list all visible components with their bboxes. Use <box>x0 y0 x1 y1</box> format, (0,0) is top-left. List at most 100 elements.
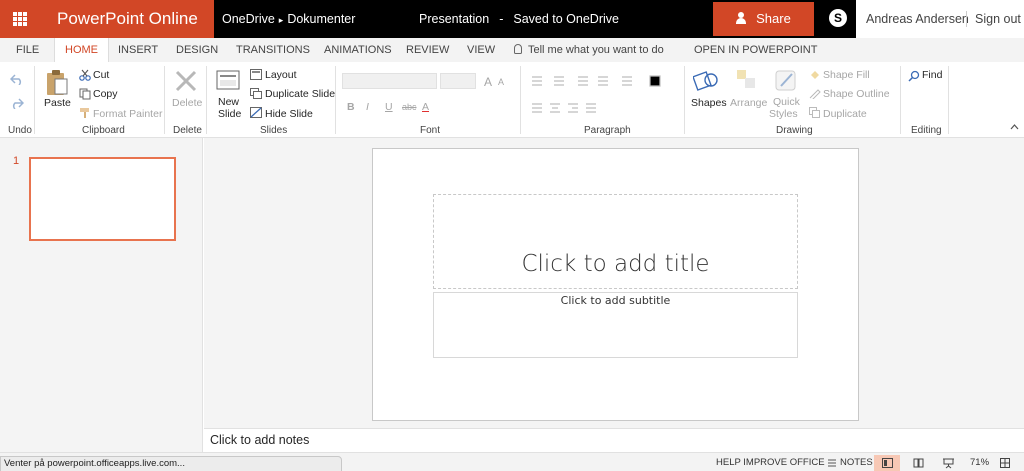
format-painter-button[interactable]: Format Painter <box>93 108 162 120</box>
document-name[interactable]: Presentation <box>419 12 489 26</box>
format-painter-icon[interactable] <box>79 107 91 119</box>
new-slide-icon[interactable] <box>216 68 240 92</box>
font-size-dropdown[interactable] <box>440 73 476 89</box>
quick-styles-label-line2[interactable]: Styles <box>769 108 798 120</box>
group-divider <box>34 66 35 134</box>
group-divider <box>164 66 165 134</box>
duplicate-slide-button[interactable]: Duplicate Slide <box>265 88 335 100</box>
breadcrumb-separator-icon: ▸ <box>278 15 284 25</box>
app-launcher-button[interactable] <box>0 0 40 38</box>
group-divider <box>335 66 336 134</box>
sign-out-link[interactable]: Sign out <box>975 0 1021 38</box>
new-slide-label-line1[interactable]: New <box>218 96 239 108</box>
normal-view-button[interactable] <box>874 455 900 471</box>
paste-icon[interactable] <box>46 69 68 97</box>
delete-x-icon[interactable] <box>174 69 198 93</box>
shapes-icon[interactable] <box>693 68 719 94</box>
duplicate-shape-icon[interactable] <box>809 107 821 118</box>
duplicate-shape-button[interactable]: Duplicate <box>823 108 867 120</box>
layout-icon[interactable] <box>250 69 262 80</box>
tab-view[interactable]: VIEW <box>467 38 495 62</box>
notes-placeholder: Click to add notes <box>210 433 310 447</box>
font-family-dropdown[interactable] <box>342 73 437 89</box>
shape-fill-button[interactable]: Shape Fill <box>823 69 870 81</box>
waffle-icon <box>13 12 27 26</box>
slide-thumbnail-pane: 1 <box>0 138 203 456</box>
group-label-font: Font <box>420 125 441 136</box>
fit-to-window-icon[interactable] <box>1000 458 1010 468</box>
arrange-button[interactable]: Arrange <box>730 97 767 109</box>
group-label-clipboard: Clipboard <box>82 125 125 136</box>
group-label-paragraph: Paragraph <box>584 125 631 136</box>
slide-thumbnail[interactable] <box>29 157 176 241</box>
lightbulb-icon <box>514 44 522 54</box>
paste-button[interactable]: Paste <box>44 97 71 109</box>
app-name[interactable]: PowerPoint Online <box>40 0 214 38</box>
group-divider <box>206 66 207 134</box>
hide-slide-button[interactable]: Hide Slide <box>265 108 313 120</box>
reading-view-button[interactable] <box>905 455 931 471</box>
shape-outline-button[interactable]: Shape Outline <box>823 88 890 100</box>
breadcrumb-folder[interactable]: Dokumenter <box>287 12 355 26</box>
group-label-editing: Editing <box>911 125 942 136</box>
undo-icon[interactable] <box>10 73 24 85</box>
slide[interactable]: Click to add title Click to add subtitle <box>372 148 859 421</box>
underline-button[interactable]: U <box>385 101 393 113</box>
copy-icon[interactable] <box>79 88 91 100</box>
document-title: Presentation - Saved to OneDrive <box>419 0 619 38</box>
duplicate-slide-icon[interactable] <box>250 88 262 99</box>
tab-design[interactable]: DESIGN <box>176 38 218 62</box>
notes-pane[interactable]: Click to add notes <box>204 428 1024 452</box>
help-improve-office-link[interactable]: HELP IMPROVE OFFICE <box>716 457 825 468</box>
bold-button[interactable]: B <box>347 101 355 113</box>
title-placeholder[interactable]: Click to add title <box>433 194 798 289</box>
quick-styles-label-line1[interactable]: Quick <box>773 96 800 108</box>
breadcrumb-onedrive[interactable]: OneDrive <box>222 12 275 26</box>
group-divider <box>520 66 521 134</box>
group-label-undo: Undo <box>8 125 32 136</box>
paragraph-tools-icon[interactable] <box>530 74 680 118</box>
hide-slide-icon[interactable] <box>250 107 262 118</box>
new-slide-label-line2[interactable]: Slide <box>218 108 241 120</box>
cut-button[interactable]: Cut <box>93 69 109 81</box>
find-button[interactable]: Find <box>922 69 942 81</box>
slide-editing-area: Click to add title Click to add subtitle <box>204 138 1024 428</box>
tab-file[interactable]: FILE <box>16 38 39 62</box>
font-color-button[interactable]: A <box>422 101 429 113</box>
layout-button[interactable]: Layout <box>265 69 297 81</box>
share-button[interactable]: Share <box>713 2 814 36</box>
arrange-icon[interactable] <box>735 68 759 92</box>
tab-insert[interactable]: INSERT <box>118 38 158 62</box>
tell-me-text: Tell me what you want to do <box>528 44 664 56</box>
shape-fill-icon[interactable] <box>809 69 821 80</box>
redo-icon[interactable] <box>10 97 24 109</box>
add-person-icon <box>736 12 750 24</box>
tab-transitions[interactable]: TRANSITIONS <box>236 38 310 62</box>
shape-outline-icon[interactable] <box>809 88 821 99</box>
tab-home[interactable]: HOME <box>54 38 109 62</box>
account-area: Andreas Andersen Sign out <box>856 0 1024 38</box>
slide-show-button[interactable] <box>935 455 961 471</box>
italic-button[interactable]: I <box>366 101 369 113</box>
tell-me-box[interactable]: Tell me what you want to do <box>514 38 664 62</box>
grow-font-button[interactable]: A <box>484 75 492 89</box>
shapes-button[interactable]: Shapes <box>691 97 727 109</box>
collapse-ribbon-icon[interactable] <box>1010 124 1019 130</box>
open-in-powerpoint-button[interactable]: OPEN IN POWERPOINT <box>694 38 817 62</box>
shrink-font-button[interactable]: A <box>498 77 504 87</box>
title-bar: PowerPoint Online OneDrive ▸ Dokumenter Pr… <box>0 0 1024 38</box>
notes-toggle-button[interactable]: NOTES <box>840 457 873 468</box>
scissors-icon[interactable] <box>79 69 91 81</box>
delete-button[interactable]: Delete <box>172 97 202 109</box>
skype-button[interactable]: S <box>820 0 856 38</box>
quick-styles-icon[interactable] <box>774 68 798 92</box>
find-icon[interactable] <box>908 70 920 82</box>
zoom-level[interactable]: 71% <box>970 457 989 468</box>
tab-animations[interactable]: ANIMATIONS <box>324 38 392 62</box>
tab-review[interactable]: REVIEW <box>406 38 449 62</box>
subtitle-placeholder[interactable]: Click to add subtitle <box>433 292 798 358</box>
copy-button[interactable]: Copy <box>93 88 118 100</box>
reading-view-icon <box>913 458 924 468</box>
strikethrough-button[interactable]: abc <box>402 102 417 112</box>
user-name[interactable]: Andreas Andersen <box>866 0 969 38</box>
